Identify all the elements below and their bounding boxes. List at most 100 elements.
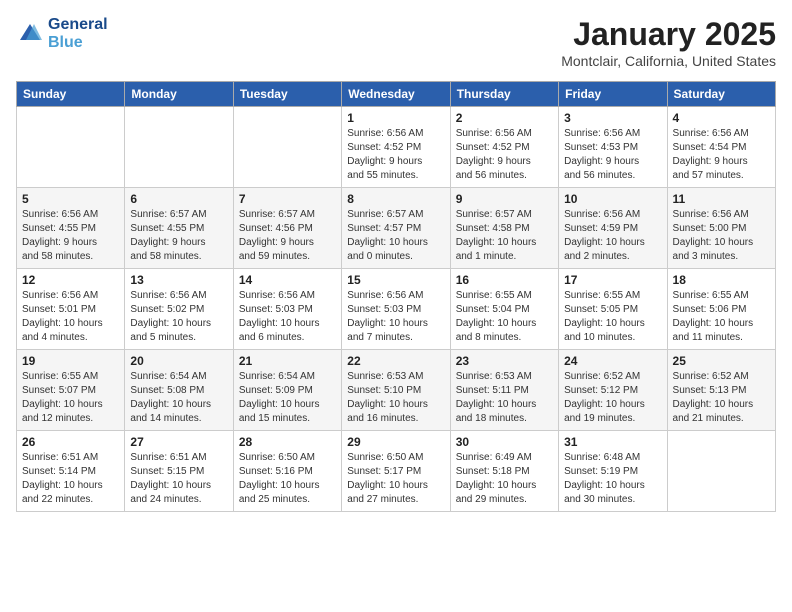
calendar-cell: 26 Sunrise: 6:51 AM Sunset: 5:14 PM Dayli… [17,431,125,512]
calendar-cell: 14 Sunrise: 6:56 AM Sunset: 5:03 PM Dayli… [233,269,341,350]
day-number: 6 [130,192,227,206]
day-number: 5 [22,192,119,206]
day-info: Sunrise: 6:57 AM Sunset: 4:56 PM Dayligh… [239,208,336,264]
day-info: Sunrise: 6:49 AM Sunset: 5:18 PM Dayligh… [456,451,553,507]
day-info: Sunrise: 6:51 AM Sunset: 5:15 PM Dayligh… [130,451,227,507]
logo-text-line1: General [48,16,108,34]
calendar-cell: 29 Sunrise: 6:50 AM Sunset: 5:17 PM Dayli… [342,431,450,512]
day-number: 23 [456,354,553,368]
calendar-week-row: 1 Sunrise: 6:56 AM Sunset: 4:52 PM Daylig… [17,107,776,188]
day-number: 29 [347,435,444,449]
calendar-cell [125,107,233,188]
day-number: 13 [130,273,227,287]
day-info: Sunrise: 6:53 AM Sunset: 5:11 PM Dayligh… [456,370,553,426]
day-number: 16 [456,273,553,287]
calendar-cell: 15 Sunrise: 6:56 AM Sunset: 5:03 PM Dayli… [342,269,450,350]
day-number: 20 [130,354,227,368]
calendar-cell: 11Sunrise: 6:56 AM Sunset: 5:00 PM Dayli… [667,188,775,269]
calendar-cell: 6 Sunrise: 6:57 AM Sunset: 4:55 PM Daylig… [125,188,233,269]
calendar-cell: 8 Sunrise: 6:57 AM Sunset: 4:57 PM Daylig… [342,188,450,269]
day-number: 26 [22,435,119,449]
calendar-cell: 22 Sunrise: 6:53 AM Sunset: 5:10 PM Dayli… [342,350,450,431]
day-info: Sunrise: 6:52 AM Sunset: 5:13 PM Dayligh… [673,370,770,426]
title-block: January 2025 Montclair, California, Unit… [561,16,776,69]
day-number: 31 [564,435,661,449]
calendar-cell: 24 Sunrise: 6:52 AM Sunset: 5:12 PM Dayli… [559,350,667,431]
calendar-cell: 9 Sunrise: 6:57 AM Sunset: 4:58 PM Daylig… [450,188,558,269]
calendar-cell: 30 Sunrise: 6:49 AM Sunset: 5:18 PM Dayli… [450,431,558,512]
day-info: Sunrise: 6:56 AM Sunset: 4:53 PM Dayligh… [564,127,661,183]
calendar-week-row: 12Sunrise: 6:56 AM Sunset: 5:01 PM Dayli… [17,269,776,350]
day-info: Sunrise: 6:52 AM Sunset: 5:12 PM Dayligh… [564,370,661,426]
calendar-cell: 21Sunrise: 6:54 AM Sunset: 5:09 PM Dayli… [233,350,341,431]
calendar-header-row: SundayMondayTuesdayWednesdayThursdayFrid… [17,82,776,107]
day-info: Sunrise: 6:56 AM Sunset: 4:59 PM Dayligh… [564,208,661,264]
day-number: 9 [456,192,553,206]
day-number: 22 [347,354,444,368]
calendar-table: SundayMondayTuesdayWednesdayThursdayFrid… [16,81,776,512]
day-info: Sunrise: 6:57 AM Sunset: 4:57 PM Dayligh… [347,208,444,264]
day-number: 15 [347,273,444,287]
day-info: Sunrise: 6:56 AM Sunset: 5:02 PM Dayligh… [130,289,227,345]
day-info: Sunrise: 6:55 AM Sunset: 5:06 PM Dayligh… [673,289,770,345]
day-info: Sunrise: 6:50 AM Sunset: 5:17 PM Dayligh… [347,451,444,507]
day-info: Sunrise: 6:57 AM Sunset: 4:58 PM Dayligh… [456,208,553,264]
day-header-tuesday: Tuesday [233,82,341,107]
day-number: 18 [673,273,770,287]
calendar-cell: 10 Sunrise: 6:56 AM Sunset: 4:59 PM Dayli… [559,188,667,269]
day-number: 3 [564,111,661,125]
day-info: Sunrise: 6:56 AM Sunset: 5:03 PM Dayligh… [347,289,444,345]
day-number: 27 [130,435,227,449]
day-info: Sunrise: 6:57 AM Sunset: 4:55 PM Dayligh… [130,208,227,264]
day-number: 7 [239,192,336,206]
day-info: Sunrise: 6:55 AM Sunset: 5:07 PM Dayligh… [22,370,119,426]
page-header: General Blue January 2025 Montclair, Cal… [16,16,776,69]
day-number: 12 [22,273,119,287]
day-info: Sunrise: 6:56 AM Sunset: 4:55 PM Dayligh… [22,208,119,264]
month-title: January 2025 [561,16,776,53]
location: Montclair, California, United States [561,53,776,69]
day-info: Sunrise: 6:55 AM Sunset: 5:05 PM Dayligh… [564,289,661,345]
day-number: 24 [564,354,661,368]
day-info: Sunrise: 6:56 AM Sunset: 4:52 PM Dayligh… [347,127,444,183]
day-number: 14 [239,273,336,287]
day-number: 1 [347,111,444,125]
calendar-cell: 13 Sunrise: 6:56 AM Sunset: 5:02 PM Dayli… [125,269,233,350]
calendar-cell: 19 Sunrise: 6:55 AM Sunset: 5:07 PM Dayli… [17,350,125,431]
calendar-cell: 18 Sunrise: 6:55 AM Sunset: 5:06 PM Dayli… [667,269,775,350]
day-header-monday: Monday [125,82,233,107]
day-number: 10 [564,192,661,206]
day-info: Sunrise: 6:56 AM Sunset: 5:03 PM Dayligh… [239,289,336,345]
day-number: 8 [347,192,444,206]
day-info: Sunrise: 6:51 AM Sunset: 5:14 PM Dayligh… [22,451,119,507]
logo-text-line2: Blue [48,34,108,52]
day-info: Sunrise: 6:54 AM Sunset: 5:08 PM Dayligh… [130,370,227,426]
day-info: Sunrise: 6:53 AM Sunset: 5:10 PM Dayligh… [347,370,444,426]
calendar-cell: 17Sunrise: 6:55 AM Sunset: 5:05 PM Dayli… [559,269,667,350]
day-info: Sunrise: 6:56 AM Sunset: 4:54 PM Dayligh… [673,127,770,183]
calendar-cell: 27 Sunrise: 6:51 AM Sunset: 5:15 PM Dayli… [125,431,233,512]
calendar-cell: 31 Sunrise: 6:48 AM Sunset: 5:19 PM Dayli… [559,431,667,512]
day-number: 30 [456,435,553,449]
day-info: Sunrise: 6:56 AM Sunset: 5:00 PM Dayligh… [673,208,770,264]
calendar-cell: 25 Sunrise: 6:52 AM Sunset: 5:13 PM Dayli… [667,350,775,431]
day-number: 25 [673,354,770,368]
calendar-week-row: 19 Sunrise: 6:55 AM Sunset: 5:07 PM Dayli… [17,350,776,431]
day-number: 4 [673,111,770,125]
calendar-cell [667,431,775,512]
day-header-saturday: Saturday [667,82,775,107]
day-info: Sunrise: 6:48 AM Sunset: 5:19 PM Dayligh… [564,451,661,507]
day-info: Sunrise: 6:55 AM Sunset: 5:04 PM Dayligh… [456,289,553,345]
day-info: Sunrise: 6:56 AM Sunset: 4:52 PM Dayligh… [456,127,553,183]
calendar-cell: 12Sunrise: 6:56 AM Sunset: 5:01 PM Dayli… [17,269,125,350]
day-number: 19 [22,354,119,368]
calendar-cell: 28Sunrise: 6:50 AM Sunset: 5:16 PM Dayli… [233,431,341,512]
logo-icon [16,20,44,48]
calendar-week-row: 5 Sunrise: 6:56 AM Sunset: 4:55 PM Daylig… [17,188,776,269]
day-header-sunday: Sunday [17,82,125,107]
logo: General Blue [16,16,108,51]
calendar-cell: 1 Sunrise: 6:56 AM Sunset: 4:52 PM Daylig… [342,107,450,188]
calendar-cell: 5 Sunrise: 6:56 AM Sunset: 4:55 PM Daylig… [17,188,125,269]
calendar-cell: 20 Sunrise: 6:54 AM Sunset: 5:08 PM Dayli… [125,350,233,431]
calendar-cell: 7 Sunrise: 6:57 AM Sunset: 4:56 PM Daylig… [233,188,341,269]
